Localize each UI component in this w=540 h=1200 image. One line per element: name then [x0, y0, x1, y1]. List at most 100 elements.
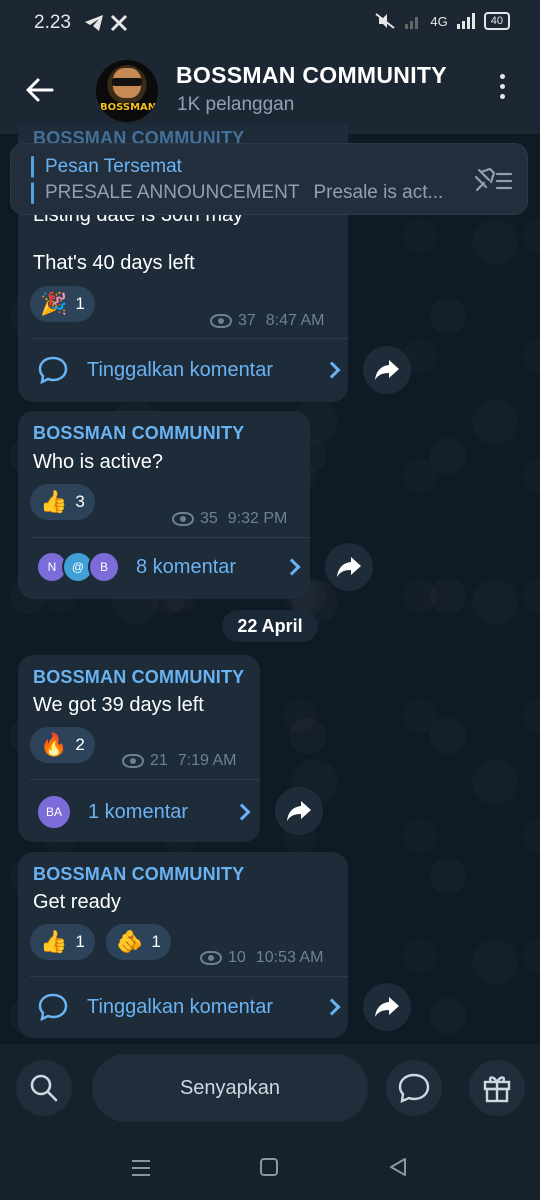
commenter-avatar: B	[88, 551, 120, 583]
message-author: BOSSMAN COMMUNITY	[33, 864, 245, 884]
reaction-count: 1	[151, 932, 161, 951]
message-bubble[interactable]: BOSSMAN COMMUNITY Get ready 👍 1 🫵 1 10 1…	[18, 852, 348, 1038]
search-button[interactable]	[16, 1060, 72, 1116]
pinned-preview: PRESALE ANNOUNCEMENT Presale is act...	[45, 182, 465, 204]
channel-title[interactable]: BOSSMAN COMMUNITY	[176, 62, 466, 89]
message-meta: 35 9:32 PM	[172, 510, 287, 528]
comment-icon	[38, 993, 68, 1021]
pinned-indicator	[31, 156, 34, 204]
share-arrow-icon	[375, 997, 399, 1017]
chevron-right-icon	[323, 361, 341, 379]
commenter-avatars: N @ B	[36, 551, 120, 583]
avatar-logo-text: BOSSMAN	[100, 102, 157, 113]
reaction-thumbs-up[interactable]: 👍 1	[30, 924, 95, 960]
message-text: Get ready	[33, 891, 121, 913]
comment-label: Tinggalkan komentar	[87, 358, 274, 381]
telegram-icon	[85, 15, 103, 31]
pinned-message-bar[interactable]: Pesan Tersemat PRESALE ANNOUNCEMENT Presa…	[10, 143, 528, 215]
message-time: 9:32 PM	[227, 510, 288, 527]
status-indicators: 4G 40	[374, 12, 510, 30]
message-author: BOSSMAN COMMUNITY	[33, 667, 245, 687]
gift-icon	[483, 1076, 511, 1103]
view-count: 21	[150, 752, 168, 769]
chat-bubble-icon	[398, 1073, 430, 1103]
chat-header: BOSSMAN BOSSMAN COMMUNITY 1K pelanggan	[0, 48, 540, 134]
battery-indicator: 40	[483, 12, 510, 30]
reaction-count: 1	[75, 294, 85, 313]
mute-button[interactable]: Senyapkan	[92, 1054, 368, 1122]
share-button[interactable]	[275, 787, 323, 835]
reaction-thumbs-up[interactable]: 👍 3	[30, 484, 95, 520]
pin-list-icon[interactable]	[473, 166, 513, 194]
view-count: 37	[238, 312, 256, 329]
pinned-title: Pesan Tersemat	[45, 156, 182, 177]
message-bubble[interactable]: BOSSMAN COMMUNITY Who is active? 👍 3 35 …	[18, 411, 310, 599]
recent-apps-icon[interactable]	[130, 1158, 152, 1178]
chevron-right-icon	[283, 558, 301, 576]
system-nav-bar	[0, 1134, 540, 1200]
x-icon	[110, 14, 128, 32]
pinned-snippet: Presale is act...	[313, 182, 444, 203]
home-icon[interactable]	[259, 1157, 279, 1177]
comment-label: Tinggalkan komentar	[87, 995, 274, 1018]
comment-count-label: 8 komentar	[136, 555, 237, 578]
views-icon	[200, 951, 222, 965]
divider	[30, 338, 348, 339]
reaction-count: 2	[75, 735, 85, 754]
avatar-sunglasses	[112, 78, 142, 86]
more-menu-icon[interactable]	[496, 74, 508, 108]
discussion-button[interactable]	[386, 1060, 442, 1116]
leave-comment-button[interactable]: Tinggalkan komentar	[38, 356, 341, 384]
reaction-point[interactable]: 🫵 1	[106, 924, 171, 960]
views-icon	[210, 314, 232, 328]
message-author: BOSSMAN COMMUNITY	[33, 423, 245, 443]
mute-icon	[375, 13, 396, 29]
view-count: 35	[200, 510, 218, 527]
leave-comment-button[interactable]: Tinggalkan komentar	[38, 993, 341, 1021]
thumbs-up-icon: 👍	[40, 489, 68, 515]
status-time: 2.23	[34, 12, 71, 33]
message-text: Who is active?	[33, 451, 164, 473]
signal-weak-icon	[405, 17, 419, 29]
network-type: 4G	[430, 13, 448, 29]
divider	[30, 976, 348, 977]
reaction-count: 3	[75, 492, 85, 511]
pointing-hand-icon: 🫵	[116, 929, 144, 955]
reaction-party[interactable]: 🎉 1	[30, 286, 95, 322]
comment-icon	[38, 356, 68, 384]
message-text: That's 40 days left	[33, 252, 195, 274]
subscriber-count: 1K pelanggan	[177, 94, 295, 115]
message-bubble[interactable]: BOSSMAN COMMUNITY We got 39 days left 🔥 …	[18, 655, 260, 842]
share-arrow-icon	[375, 360, 399, 380]
commenter-avatar: BA	[36, 794, 72, 830]
share-button[interactable]	[363, 346, 411, 394]
thumbs-up-icon: 👍	[40, 929, 68, 955]
party-popper-icon: 🎉	[40, 291, 68, 317]
back-arrow-icon[interactable]	[24, 74, 56, 106]
share-button[interactable]	[363, 983, 411, 1031]
views-icon	[172, 512, 194, 526]
divider	[30, 537, 310, 538]
comments-button[interactable]: N @ B 8 komentar	[36, 551, 301, 583]
share-arrow-icon	[337, 557, 361, 577]
date-separator: 22 April	[222, 610, 318, 642]
chevron-right-icon	[233, 803, 251, 821]
status-bar: 2.23 4G 40	[0, 0, 540, 48]
views-icon	[122, 754, 144, 768]
message-meta: 37 8:47 AM	[210, 312, 325, 330]
view-count: 10	[228, 949, 246, 966]
comments-button[interactable]: BA 1 komentar	[36, 794, 251, 830]
channel-avatar[interactable]: BOSSMAN	[96, 60, 158, 122]
divider	[30, 779, 260, 780]
search-icon	[30, 1074, 58, 1102]
share-button[interactable]	[325, 543, 373, 591]
comment-count-label: 1 komentar	[88, 800, 189, 823]
message-meta: 10 10:53 AM	[200, 949, 323, 967]
back-triangle-icon[interactable]	[388, 1157, 408, 1177]
reaction-fire[interactable]: 🔥 2	[30, 727, 95, 763]
chevron-right-icon	[323, 998, 341, 1016]
gift-button[interactable]	[469, 1060, 525, 1116]
reaction-count: 1	[75, 932, 85, 951]
share-arrow-icon	[287, 801, 311, 821]
signal-icon	[456, 13, 475, 29]
